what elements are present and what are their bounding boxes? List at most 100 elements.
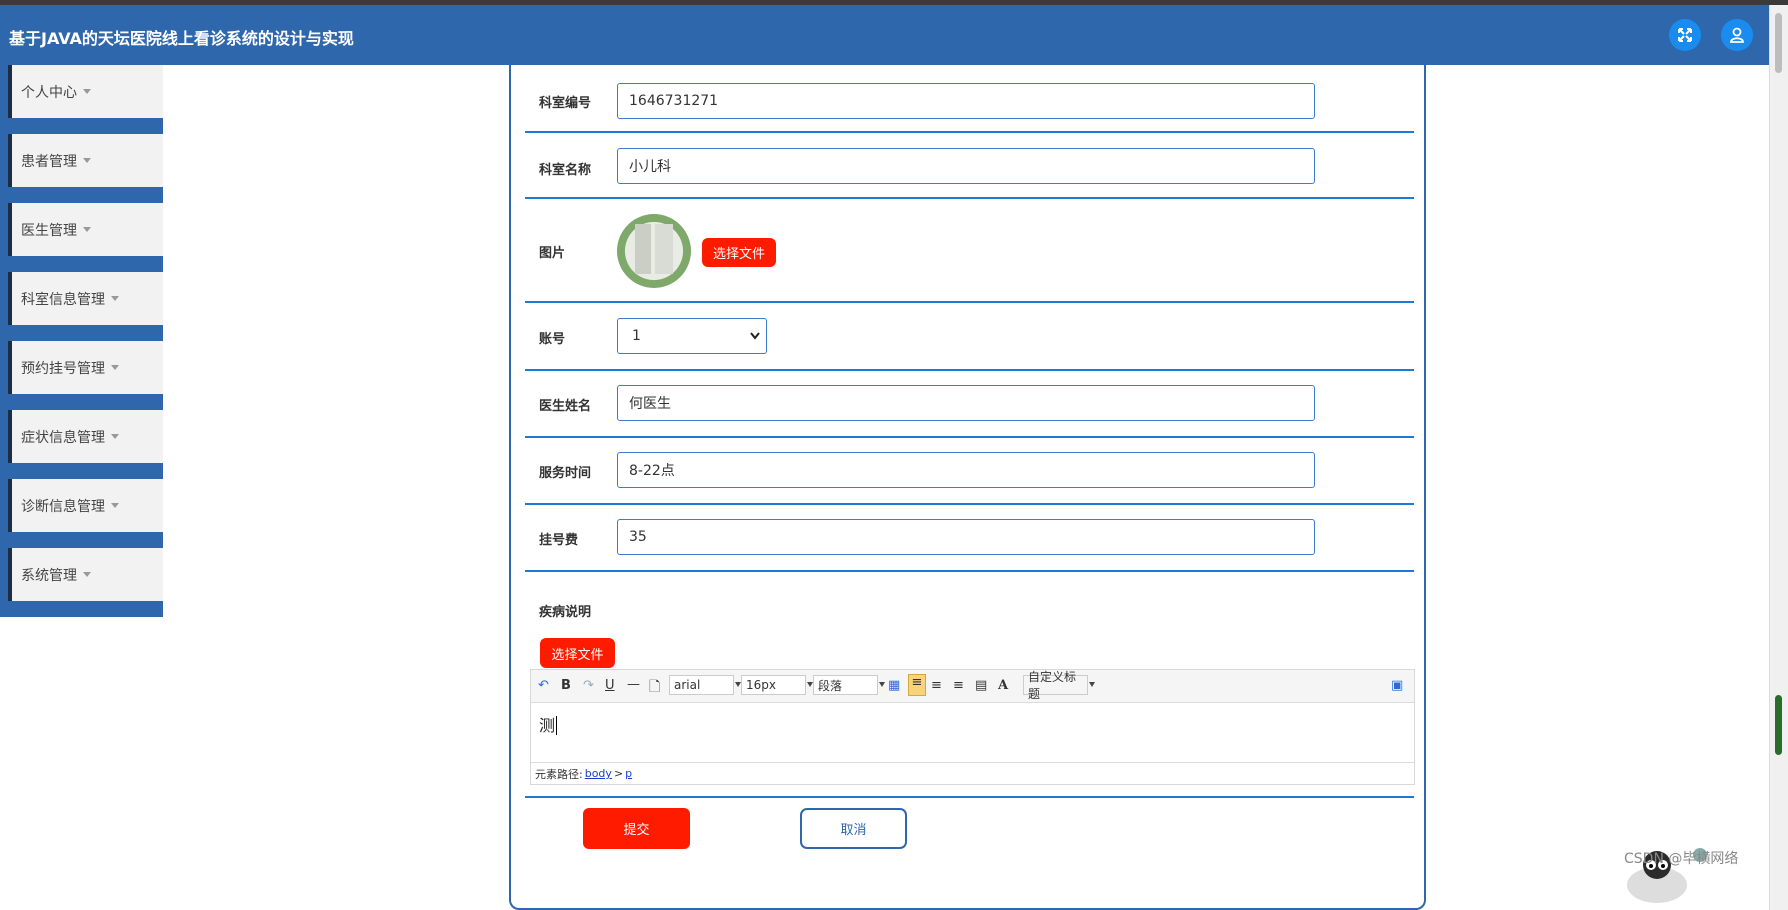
fee-input[interactable]: 35 (617, 519, 1315, 555)
chevron-down-icon (750, 332, 760, 340)
sidebar-accent (0, 65, 12, 134)
form-row-dept-name: 科室名称 小儿科 (525, 131, 1414, 199)
paragraph-value: 段落 (818, 678, 843, 693)
image-upload-button[interactable]: 选择文件 (702, 238, 776, 267)
dept-name-label: 科室名称 (539, 163, 592, 178)
form-row-fee: 挂号费 35 (525, 503, 1414, 572)
sidebar-accent (0, 203, 12, 272)
account-label: 账号 (539, 332, 566, 347)
caret-down-icon (83, 572, 91, 577)
fullscreen-icon[interactable] (1669, 19, 1701, 51)
sidebar-item-label: 系统管理 (21, 567, 77, 584)
align-right-icon[interactable]: ≡ (931, 678, 942, 693)
sidebar-item-patient-management[interactable]: 患者管理 (0, 134, 163, 203)
text-cursor (556, 716, 558, 735)
font-family-select[interactable]: arial (669, 675, 741, 695)
scrollbar-thumb[interactable] (1775, 695, 1782, 755)
sidebar-item-label: 患者管理 (21, 153, 77, 170)
service-time-input[interactable]: 8-22点 (617, 452, 1315, 488)
align-justify-icon[interactable]: ▤ (975, 678, 987, 693)
sidebar-item-label: 科室信息管理 (21, 291, 105, 308)
cancel-button[interactable]: 取消 (800, 808, 907, 849)
account-select-value: 1 (632, 328, 641, 344)
sidebar-accent (0, 134, 12, 203)
document-icon[interactable]: 🗋 (649, 676, 660, 700)
sidebar-item-department-info[interactable]: 科室信息管理 (0, 272, 163, 341)
form-row-service-time: 服务时间 8-22点 (525, 436, 1414, 505)
disease-upload-button[interactable]: 选择文件 (540, 638, 615, 668)
caret-down-icon (83, 227, 91, 232)
font-family-value: arial (674, 678, 701, 692)
service-time-label: 服务时间 (539, 466, 592, 481)
sidebar-item-label: 症状信息管理 (21, 429, 105, 446)
sidebar-accent (0, 479, 12, 548)
csdn-watermark: CSDN @毕横网络 (1624, 851, 1739, 867)
caret-down-icon (83, 158, 91, 163)
doctor-name-label: 医生姓名 (539, 399, 592, 414)
disease-label: 疾病说明 (539, 605, 592, 620)
sidebar-item-diagnosis-info[interactable]: 诊断信息管理 (0, 479, 163, 548)
font-size-select[interactable]: 16px (741, 675, 813, 695)
rich-text-editor: ↶ B ↷ U — 🗋 arial 16px 段落 ▦ ≡ ≡ ≡ ▤ A 自定… (530, 669, 1415, 785)
undo-icon[interactable]: ↶ (538, 678, 549, 693)
table-icon[interactable]: ▦ (888, 678, 900, 693)
dept-id-label: 科室编号 (539, 96, 592, 111)
submit-button[interactable]: 提交 (583, 808, 690, 849)
editor-toolbar: ↶ B ↷ U — 🗋 arial 16px 段落 ▦ ≡ ≡ ≡ ▤ A 自定… (531, 670, 1414, 703)
sidebar-item-system-management[interactable]: 系统管理 (0, 548, 163, 617)
horizontal-rule-icon[interactable]: — (627, 677, 640, 692)
font-size-value: 16px (746, 678, 776, 692)
sidebar-item-label: 医生管理 (21, 222, 77, 239)
redo-icon[interactable]: ↷ (583, 678, 594, 693)
sidebar-item-symptom-info[interactable]: 症状信息管理 (0, 410, 163, 479)
sidebar-item-appointment[interactable]: 预约挂号管理 (0, 341, 163, 410)
scrollbar-top-marker (1775, 13, 1782, 73)
dept-name-input[interactable]: 小儿科 (617, 148, 1315, 184)
sidebar-item-label: 个人中心 (21, 84, 77, 101)
caret-down-icon (111, 434, 119, 439)
doctor-name-input[interactable]: 何医生 (617, 385, 1315, 421)
custom-title-select[interactable]: 自定义标题 (1023, 670, 1095, 701)
form-panel: 科室编号 1646731271 科室名称 小儿科 图片 选择文件 账号 1 医生… (509, 65, 1426, 910)
sidebar-item-label: 预约挂号管理 (21, 360, 105, 377)
sidebar-item-doctor-management[interactable]: 医生管理 (0, 203, 163, 272)
form-row-image: 图片 选择文件 (525, 197, 1414, 303)
editor-content[interactable]: 测 (539, 712, 558, 736)
align-center-icon[interactable]: ≡ (953, 678, 964, 693)
page-scrollbar[interactable] (1769, 5, 1788, 910)
path-separator: > (613, 767, 624, 780)
caret-down-icon (111, 296, 119, 301)
department-image-thumbnail (617, 214, 691, 288)
sidebar-item-label: 诊断信息管理 (21, 498, 105, 515)
form-row-account: 账号 1 (525, 301, 1414, 371)
sidebar-accent (0, 341, 12, 410)
dept-id-input[interactable]: 1646731271 (617, 83, 1315, 119)
sidebar-accent (0, 272, 12, 341)
editor-text: 测 (539, 716, 556, 735)
image-label: 图片 (539, 246, 566, 261)
path-p-link[interactable]: p (625, 767, 632, 780)
sidebar-item-personal-center[interactable]: 个人中心 (0, 65, 163, 134)
path-body-link[interactable]: body (585, 767, 612, 780)
caret-down-icon (111, 503, 119, 508)
sidebar-accent (0, 410, 12, 479)
caret-down-icon (83, 89, 91, 94)
form-row-doctor-name: 医生姓名 何医生 (525, 369, 1414, 438)
element-path-label: 元素路径: (535, 767, 583, 781)
editor-path-bar: 元素路径: body > p (531, 762, 1414, 784)
underline-icon[interactable]: U (605, 678, 615, 693)
paragraph-select[interactable]: 段落 (813, 675, 885, 695)
font-color-icon[interactable]: A (998, 678, 1008, 693)
account-select[interactable]: 1 (617, 318, 767, 354)
fullscreen-editor-icon[interactable]: ▣ (1391, 678, 1403, 693)
sidebar: 个人中心 患者管理 医生管理 科室信息管理 预约挂号管理 症状信息管理 诊断信息… (0, 65, 163, 617)
user-icon[interactable] (1721, 19, 1753, 51)
app-title: 基于JAVA的天坛医院线上看诊系统的设计与实现 (9, 29, 354, 48)
form-row-dept-id: 科室编号 1646731271 (525, 65, 1414, 133)
align-left-icon[interactable]: ≡ (908, 674, 926, 696)
divider (525, 796, 1414, 798)
bold-icon[interactable]: B (561, 678, 571, 693)
custom-title-value: 自定义标题 (1028, 670, 1077, 701)
fee-label: 挂号费 (539, 533, 579, 548)
app-header: 基于JAVA的天坛医院线上看诊系统的设计与实现 (0, 5, 1770, 65)
